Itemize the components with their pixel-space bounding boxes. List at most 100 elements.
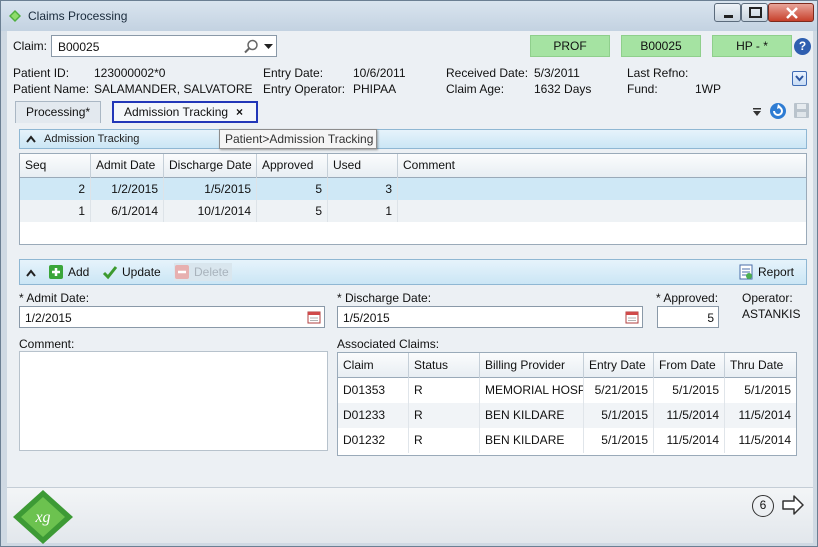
table-row[interactable]: D01233 R BEN KILDARE 5/1/2015 11/5/2014 … xyxy=(338,403,796,428)
app-diamond-icon xyxy=(9,10,21,22)
thru-date-cell: 11/5/2014 xyxy=(738,408,792,422)
next-arrow-icon[interactable] xyxy=(781,493,805,517)
thru-date-cell: 5/1/2015 xyxy=(744,383,791,397)
fund-value: 1WP xyxy=(695,82,722,96)
xg-logo: xg xyxy=(13,490,73,544)
table-row[interactable]: D01353 R MEMORIAL HOSPI 5/21/2015 5/1/20… xyxy=(338,378,796,403)
col-from-date[interactable]: From Date xyxy=(654,353,725,378)
admit-date-input[interactable]: 1/2/2015 xyxy=(19,306,325,328)
provider-cell: BEN KILDARE xyxy=(480,428,584,453)
col-status[interactable]: Status xyxy=(409,353,480,378)
discharge-cell: 1/5/2015 xyxy=(164,178,257,200)
admissions-table: Seq Admit Date Discharge Date Approved U… xyxy=(19,153,807,245)
report-label: Report xyxy=(758,265,795,279)
admission-tracking-header[interactable]: Admission Tracking xyxy=(19,129,807,149)
entry-date-label: Entry Date: xyxy=(263,66,324,80)
comment-textarea[interactable] xyxy=(19,351,328,451)
report-button[interactable]: Report xyxy=(738,263,794,281)
calendar-icon[interactable] xyxy=(307,310,321,324)
entry-operator-label: Entry Operator: xyxy=(263,82,346,96)
delete-button[interactable]: Delete xyxy=(174,263,232,281)
calendar-icon[interactable] xyxy=(625,310,639,324)
claim-age-value: 1632 Days xyxy=(534,82,592,96)
main-content: Claim: B00025 PROF B00025 HP - * ? Patie… xyxy=(7,31,813,544)
close-window-button[interactable] xyxy=(768,3,814,22)
close-tab-icon[interactable]: × xyxy=(236,103,243,121)
search-icon[interactable] xyxy=(244,39,259,54)
table-row[interactable]: 1 6/1/2014 10/1/2014 5 1 xyxy=(20,200,806,222)
col-discharge-date[interactable]: Discharge Date xyxy=(164,154,257,178)
tab-admission-tracking[interactable]: Admission Tracking × xyxy=(112,101,258,123)
thru-date-cell: 11/5/2014 xyxy=(738,433,792,447)
claims-processing-window: Claims Processing Claim: B00025 PROF B00… xyxy=(0,0,818,547)
dropdown-icon[interactable] xyxy=(264,44,273,50)
col-claim[interactable]: Claim xyxy=(338,353,409,378)
col-comment[interactable]: Comment xyxy=(398,154,806,178)
discharge-cell: 10/1/2014 xyxy=(164,200,257,222)
used-cell: 1 xyxy=(328,200,398,222)
approved-cell: 5 xyxy=(257,178,328,200)
col-entry-date[interactable]: Entry Date xyxy=(584,353,654,378)
entry-date-value: 10/6/2011 xyxy=(353,66,406,80)
comment-cell xyxy=(398,200,806,222)
admit-date-value: 1/2/2015 xyxy=(25,311,72,325)
admissions-header-row: Seq Admit Date Discharge Date Approved U… xyxy=(20,154,806,178)
patient-id-label: Patient ID: xyxy=(13,66,70,80)
tab-processing[interactable]: Processing* xyxy=(15,101,101,123)
update-button[interactable]: Update xyxy=(102,263,161,281)
minimize-button[interactable] xyxy=(714,3,741,22)
update-label: Update xyxy=(122,265,161,279)
help-icon[interactable]: ? xyxy=(794,38,811,55)
tab-menu-icon[interactable] xyxy=(752,107,762,117)
entry-operator-value: PHIPAA xyxy=(353,82,397,96)
status-cell: R xyxy=(409,428,480,453)
from-date-cell: 11/5/2014 xyxy=(654,428,725,453)
page-number[interactable]: 6 xyxy=(752,495,774,517)
used-cell: 3 xyxy=(328,178,398,200)
discharge-date-input[interactable]: 1/5/2015 xyxy=(337,306,643,328)
claim-value: B00025 xyxy=(58,40,100,54)
admit-date-label: * Admit Date: xyxy=(19,291,90,305)
logo-text: xg xyxy=(34,509,50,526)
col-thru-date[interactable]: Thru Date xyxy=(725,353,796,378)
add-icon xyxy=(49,265,63,279)
status-cell: R xyxy=(409,378,480,403)
plan-badge: HP - * xyxy=(712,35,792,57)
table-row[interactable]: D01232 R BEN KILDARE 5/1/2015 11/5/2014 … xyxy=(338,428,796,453)
col-admit-date[interactable]: Admit Date xyxy=(91,154,164,178)
tab-strip: Processing* Admission Tracking × xyxy=(9,99,811,125)
col-billing-provider[interactable]: Billing Provider xyxy=(480,353,584,378)
provider-cell: BEN KILDARE xyxy=(480,403,584,428)
approved-input[interactable]: 5 xyxy=(657,306,719,328)
admit-cell: 6/1/2014 xyxy=(91,200,164,222)
admit-cell: 1/2/2015 xyxy=(91,178,164,200)
associated-claims-table: Claim Status Billing Provider Entry Date… xyxy=(337,352,797,456)
provider-cell: MEMORIAL HOSPI xyxy=(480,378,584,403)
table-row[interactable]: 2 1/2/2015 1/5/2015 5 3 xyxy=(20,178,806,200)
col-seq[interactable]: Seq xyxy=(20,154,91,178)
discharge-date-label: * Discharge Date: xyxy=(337,291,432,305)
claim-label: Claim: xyxy=(13,39,48,53)
claim-cell: D01232 xyxy=(338,428,409,453)
claim-type-badge: PROF xyxy=(530,35,610,57)
expand-icon[interactable] xyxy=(792,71,807,86)
claim-number-badge: B00025 xyxy=(621,35,701,57)
update-icon xyxy=(102,266,118,280)
maximize-button[interactable] xyxy=(741,3,768,22)
col-used[interactable]: Used xyxy=(328,154,398,178)
seq-cell: 2 xyxy=(20,178,91,200)
add-button[interactable]: Add xyxy=(48,263,89,281)
save-icon[interactable] xyxy=(793,102,810,119)
collapse-icon[interactable] xyxy=(26,135,36,143)
refresh-icon[interactable] xyxy=(769,102,787,120)
seq-cell: 1 xyxy=(20,200,91,222)
claim-cell: D01233 xyxy=(338,403,409,428)
assoc-header-row: Claim Status Billing Provider Entry Date… xyxy=(338,353,796,378)
col-approved[interactable]: Approved xyxy=(257,154,328,178)
claim-search-input[interactable]: B00025 xyxy=(51,35,277,57)
collapse-icon[interactable] xyxy=(26,269,36,277)
report-icon xyxy=(739,264,753,280)
entry-date-cell: 5/1/2015 xyxy=(584,428,654,453)
patient-name-value: SALAMANDER, SALVATORE xyxy=(94,82,253,96)
delete-icon xyxy=(175,265,189,279)
